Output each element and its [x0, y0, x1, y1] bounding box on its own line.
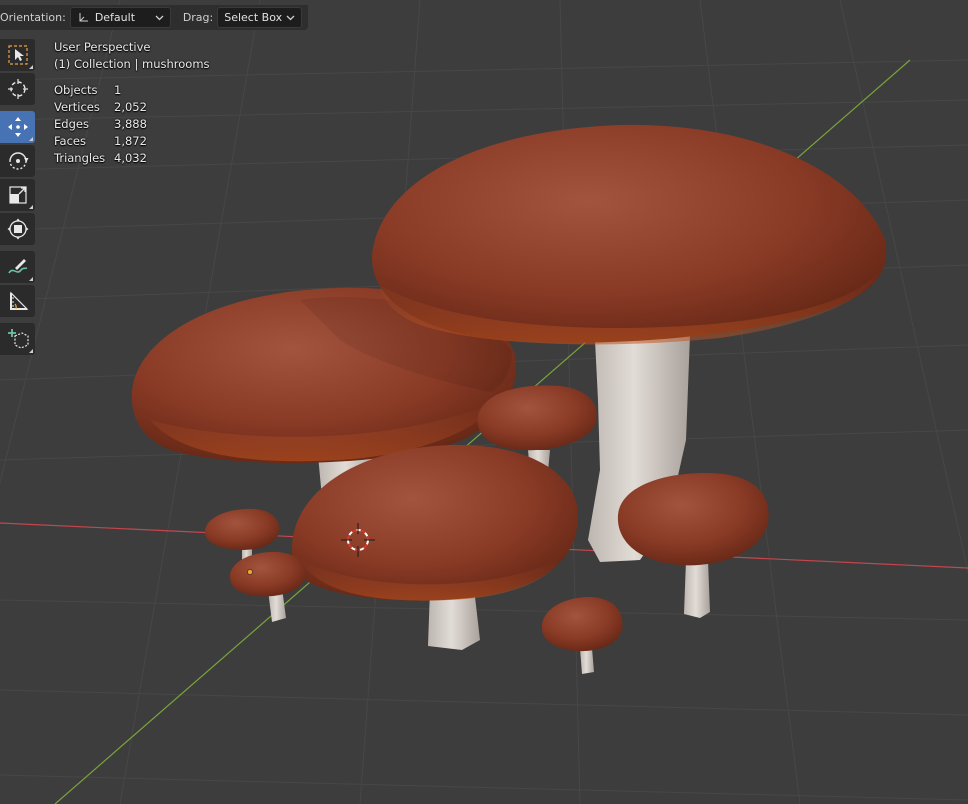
transform-icon [7, 218, 28, 240]
stat-label: Vertices [54, 100, 100, 114]
scene-statistics: Objects 1 Vertices 2,052 Edges 3,888 Fac… [54, 82, 210, 167]
stat-value: 1,872 [114, 134, 147, 148]
stat-row-faces: Faces 1,872 [54, 133, 210, 150]
cursor-icon [7, 79, 28, 99]
stat-label: Faces [54, 134, 86, 148]
stat-value: 3,888 [114, 117, 147, 131]
drag-dropdown[interactable]: Select Box [217, 7, 303, 28]
view-name: User Perspective [54, 40, 151, 54]
select-box-tool[interactable] [0, 39, 35, 71]
scale-tool[interactable] [0, 179, 35, 211]
collection-info: (1) Collection | mushrooms [54, 57, 210, 71]
drag-value: Select Box [224, 11, 283, 24]
measure-icon [9, 291, 28, 310]
stat-label: Triangles [54, 151, 106, 165]
rotate-tool[interactable] [0, 145, 35, 177]
measure-tool[interactable] [0, 285, 35, 317]
stat-row-edges: Edges 3,888 [54, 116, 210, 133]
mushroom-caps [131, 124, 887, 652]
move-tool[interactable] [0, 111, 35, 143]
select-box-icon [7, 45, 28, 65]
orientation-axes-icon [79, 12, 88, 21]
stat-label: Edges [54, 117, 89, 131]
orientation-label: Orientation: [0, 11, 66, 24]
rotate-icon [8, 152, 28, 170]
mushroom-cap-tiny-2 [229, 551, 305, 597]
annotate-icon [7, 259, 27, 274]
viewport-header: Orientation: Default Drag: Select Box [0, 5, 309, 30]
3d-viewport[interactable]: Orientation: Default Drag: Select Box Us… [0, 0, 968, 804]
stat-value: 2,052 [114, 100, 147, 114]
object-origin-dot [247, 569, 253, 575]
scale-icon [8, 186, 27, 204]
chevron-down-icon [155, 15, 164, 21]
mushroom-cap-tiny-1 [204, 508, 280, 550]
stat-row-vertices: Vertices 2,052 [54, 99, 210, 116]
add-cube-icon [7, 329, 29, 349]
annotate-tool[interactable] [0, 251, 35, 283]
tool-shelf [0, 39, 36, 357]
move-icon [7, 117, 28, 137]
stat-value: 1 [114, 83, 122, 97]
transform-tool[interactable] [0, 213, 35, 245]
mushroom-cap-bottom [541, 597, 623, 652]
stat-value: 4,032 [114, 151, 147, 165]
stat-label: Objects [54, 83, 98, 97]
orientation-value: Default [94, 11, 136, 24]
stat-row-triangles: Triangles 4,032 [54, 150, 210, 167]
stat-row-objects: Objects 1 [54, 82, 210, 99]
viewport-text-overlay: User Perspective (1) Collection | mushro… [54, 39, 210, 167]
add-cube-tool[interactable] [0, 323, 35, 355]
mushroom-cap-right [617, 472, 769, 566]
cursor-tool[interactable] [0, 73, 35, 105]
drag-label: Drag: [182, 11, 214, 24]
chevron-down-icon [286, 15, 295, 21]
orientation-dropdown[interactable]: Default [69, 7, 171, 28]
